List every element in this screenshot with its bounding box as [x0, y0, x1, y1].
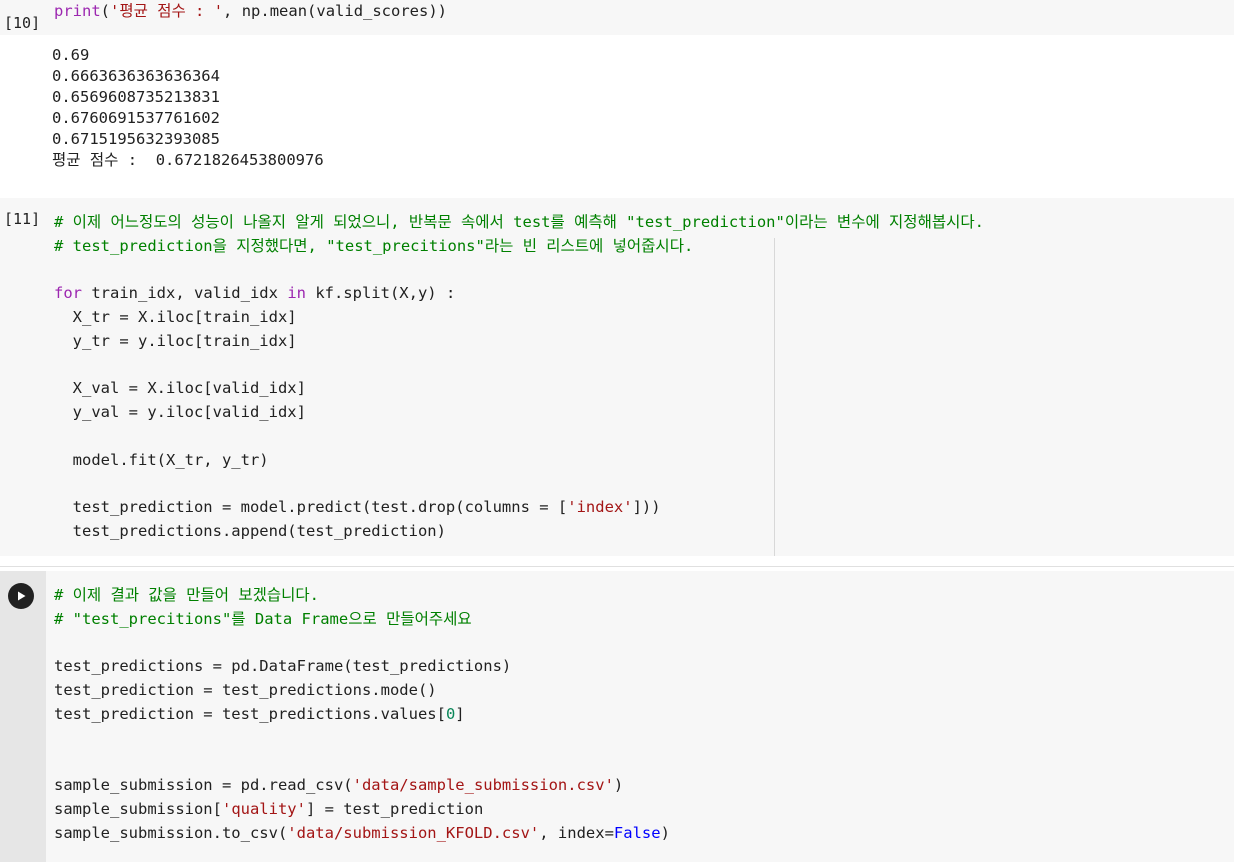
- code-line[interactable]: model.fit(X_tr, y_tr): [54, 448, 269, 472]
- keyword: for: [54, 284, 82, 302]
- boolean-literal: False: [613, 824, 661, 842]
- code-token: ): [613, 776, 624, 794]
- execution-count: [10]: [4, 14, 41, 32]
- code-token: ])): [632, 498, 661, 516]
- code-comment[interactable]: # test_prediction을 지정했다면, "test_precitio…: [54, 234, 693, 258]
- output-area-10: 0.69 0.6663636363636364 0.65696087352138…: [0, 35, 1234, 198]
- code-token: test_prediction = test_predictions.value…: [54, 705, 446, 723]
- string-literal: '평균 점수 : ': [110, 2, 224, 20]
- output-line: 0.69: [52, 46, 90, 64]
- number-literal: 0: [445, 705, 456, 723]
- code-line[interactable]: sample_submission['quality'] = test_pred…: [54, 797, 483, 821]
- code-token: sample_submission.to_csv(: [54, 824, 288, 842]
- code-cell-10[interactable]: [10] print('평균 점수 : ', np.mean(valid_sco…: [0, 0, 1234, 35]
- output-line: 0.6760691537761602: [52, 109, 220, 127]
- code-line[interactable]: test_predictions.append(test_prediction): [54, 519, 446, 543]
- string-literal: 'data/sample_submission.csv': [352, 776, 614, 794]
- output-line: 0.6715195632393085: [52, 130, 220, 148]
- code-cell-11[interactable]: [11] # 이제 어느정도의 성능이 나올지 알게 되었으니, 반복문 속에서…: [0, 198, 1234, 556]
- code-line[interactable]: test_predictions = pd.DataFrame(test_pre…: [54, 654, 511, 678]
- code-token: ): [660, 824, 670, 842]
- code-token: sample_submission = pd.read_csv(: [54, 776, 353, 794]
- output-line: 평균 점수 : 0.6721826453800976: [52, 151, 324, 169]
- code-line[interactable]: X_tr = X.iloc[train_idx]: [54, 305, 297, 329]
- code-comment[interactable]: # 이제 결과 값을 만들어 보겠습니다.: [54, 583, 319, 607]
- code-token: test_prediction = model.predict(test.dro…: [54, 498, 568, 516]
- code-token: , np.mean(valid_scores)): [223, 2, 448, 20]
- output-line: 0.6569608735213831: [52, 88, 220, 106]
- string-literal: 'quality': [221, 800, 306, 818]
- keyword: in: [287, 284, 306, 302]
- line-length-ruler: [774, 238, 775, 556]
- code-line[interactable]: y_tr = y.iloc[train_idx]: [54, 329, 297, 353]
- code-comment[interactable]: # 이제 어느정도의 성능이 나올지 알게 되었으니, 반복문 속에서 test…: [54, 210, 984, 234]
- cell-separator: [0, 566, 1234, 567]
- code-token: kf.split(X,y) :: [305, 284, 456, 302]
- code-line[interactable]: sample_submission.to_csv('data/submissio…: [54, 821, 670, 845]
- string-literal: 'data/submission_KFOLD.csv': [287, 824, 540, 842]
- code-line[interactable]: print('평균 점수 : ', np.mean(valid_scores)): [54, 0, 447, 23]
- code-comment[interactable]: # "test_precitions"를 Data Frame으로 만들어주세요: [54, 607, 472, 631]
- code-token: (: [100, 2, 111, 20]
- code-line[interactable]: X_val = X.iloc[valid_idx]: [54, 376, 306, 400]
- cell-gutter: [0, 571, 46, 862]
- code-token: train_idx, valid_idx: [82, 284, 288, 302]
- execution-count: [11]: [4, 210, 41, 228]
- code-line[interactable]: test_prediction = model.predict(test.dro…: [54, 495, 661, 519]
- code-cell-12[interactable]: # 이제 결과 값을 만들어 보겠습니다. # "test_precitions…: [0, 571, 1234, 862]
- code-token: ] = test_prediction: [305, 800, 484, 818]
- code-line[interactable]: for train_idx, valid_idx in kf.split(X,y…: [54, 281, 455, 305]
- code-token: sample_submission[: [54, 800, 222, 818]
- play-icon: [18, 591, 26, 601]
- run-cell-button[interactable]: [8, 583, 34, 609]
- code-line[interactable]: test_prediction = test_predictions.value…: [54, 702, 465, 726]
- code-line[interactable]: sample_submission = pd.read_csv('data/sa…: [54, 773, 623, 797]
- code-token: print: [54, 2, 101, 20]
- code-line[interactable]: y_val = y.iloc[valid_idx]: [54, 400, 306, 424]
- code-line[interactable]: test_prediction = test_predictions.mode(…: [54, 678, 437, 702]
- string-literal: 'index': [567, 498, 633, 516]
- output-line: 0.6663636363636364: [52, 67, 220, 85]
- code-token: ]: [455, 705, 465, 723]
- code-token: , index=: [539, 824, 614, 842]
